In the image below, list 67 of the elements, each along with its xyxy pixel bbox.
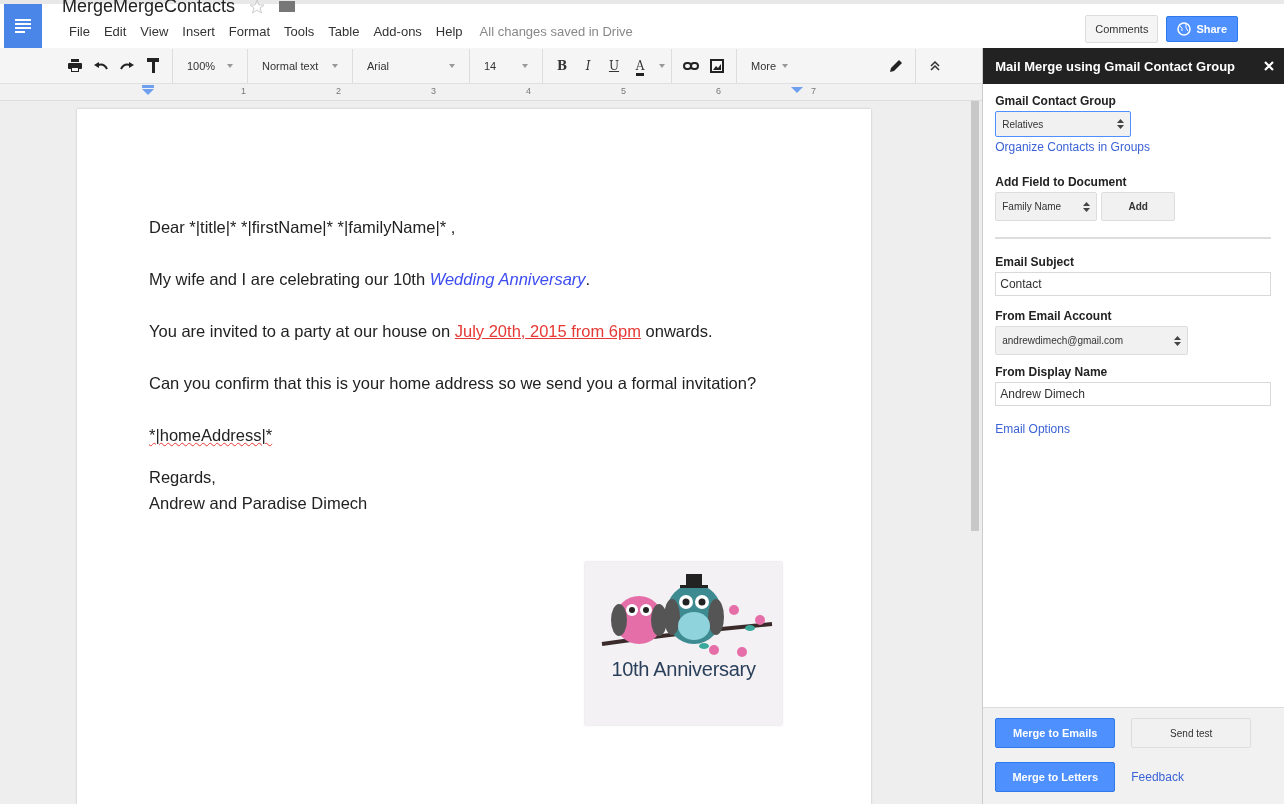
- caret-icon: [449, 63, 455, 68]
- email-subject-input[interactable]: Contact: [995, 272, 1272, 296]
- style-dropdown[interactable]: Normal text: [254, 52, 346, 79]
- underline-button[interactable]: U: [601, 58, 627, 73]
- ruler-number: 5: [621, 86, 626, 96]
- font-dropdown[interactable]: Arial: [359, 52, 463, 79]
- docs-logo-icon[interactable]: [4, 4, 42, 48]
- caret-icon: [522, 63, 528, 68]
- menu-item[interactable]: Table: [321, 22, 367, 41]
- caret-icon: [227, 63, 233, 68]
- menu-item[interactable]: File: [62, 22, 97, 41]
- email-account-select[interactable]: andrewdimech@gmail.com: [995, 326, 1189, 355]
- indent-marker-icon[interactable]: [142, 85, 154, 95]
- field-select[interactable]: Family Name: [995, 192, 1098, 221]
- paragraph: *|homeAddress|*: [149, 425, 274, 446]
- menu-item[interactable]: View: [133, 22, 176, 41]
- caret-icon: [782, 63, 789, 68]
- caret-icon: [332, 63, 338, 68]
- picture-caption: 10th Anniversary: [611, 658, 756, 681]
- field-label: Add Field to Document: [995, 175, 1128, 189]
- ruler-number: 2: [336, 86, 341, 96]
- email-options-link[interactable]: Email Options: [995, 422, 1272, 436]
- font-size-dropdown[interactable]: 14: [476, 52, 536, 79]
- closing-line: Andrew and Paradise Dimech: [149, 493, 369, 514]
- menu-item[interactable]: Edit: [96, 22, 134, 41]
- paragraph: Can you confirm that this is your home address so we send you a formal invitation?: [149, 373, 758, 394]
- menu-item[interactable]: Tools: [277, 22, 322, 41]
- paragraph: Dear *|title|* *|firstName|* *|familyName|* ,: [149, 217, 457, 238]
- feedback-link[interactable]: Feedback: [1131, 770, 1184, 784]
- star-icon[interactable]: [249, 0, 266, 14]
- closing-line: Regards,: [149, 467, 217, 488]
- folder-icon[interactable]: [279, 0, 296, 12]
- organize-contacts-link[interactable]: Organize Contacts in Groups: [995, 140, 1272, 154]
- zoom-dropdown[interactable]: 100%: [179, 52, 241, 79]
- field-label: Email Subject: [995, 255, 1075, 269]
- contact-group-select[interactable]: Relatives: [995, 111, 1132, 137]
- text-color-button[interactable]: A: [627, 58, 653, 73]
- field-label: From Email Account: [995, 309, 1113, 323]
- italic-button[interactable]: I: [575, 58, 601, 73]
- caret-icon: [659, 63, 665, 68]
- ruler-number: 6: [716, 86, 721, 96]
- document-title[interactable]: MergeMergeContacts: [62, 0, 236, 16]
- ruler-number: 1: [241, 86, 246, 96]
- up-down-arrows-icon: [1083, 201, 1091, 212]
- ruler-number: 4: [526, 86, 531, 96]
- field-label: From Display Name: [995, 365, 1109, 379]
- ruler-number: 3: [431, 86, 436, 96]
- field-label: Gmail Contact Group: [995, 94, 1117, 108]
- menu-item[interactable]: Format: [221, 22, 277, 41]
- send-test-button[interactable]: Send test: [1131, 718, 1252, 748]
- menu-item[interactable]: Insert: [175, 22, 222, 41]
- comments-button[interactable]: Comments: [1085, 15, 1159, 43]
- sidebar-title: Mail Merge using Gmail Contact Group: [995, 58, 1236, 74]
- paragraph: You are invited to a party at our house on July 20th, 2015 from 6pm onwards.: [149, 321, 714, 342]
- up-down-arrows-icon: [1117, 119, 1125, 129]
- ruler-number: 7: [811, 86, 816, 96]
- menu-item[interactable]: Add-ons: [366, 22, 429, 41]
- save-status: All changes saved in Drive: [479, 24, 633, 39]
- more-dropdown[interactable]: More: [743, 52, 883, 79]
- menu-item[interactable]: Help: [428, 22, 470, 41]
- up-down-arrows-icon: [1174, 335, 1182, 346]
- globe-icon: [1177, 22, 1192, 36]
- add-button[interactable]: Add: [1101, 192, 1176, 221]
- paragraph: My wife and I are celebrating our 10th Wedding Anniversary.: [149, 269, 592, 290]
- bold-button[interactable]: B: [549, 58, 575, 73]
- scrollbar[interactable]: [971, 101, 980, 531]
- display-name-input[interactable]: Andrew Dimech: [995, 382, 1272, 406]
